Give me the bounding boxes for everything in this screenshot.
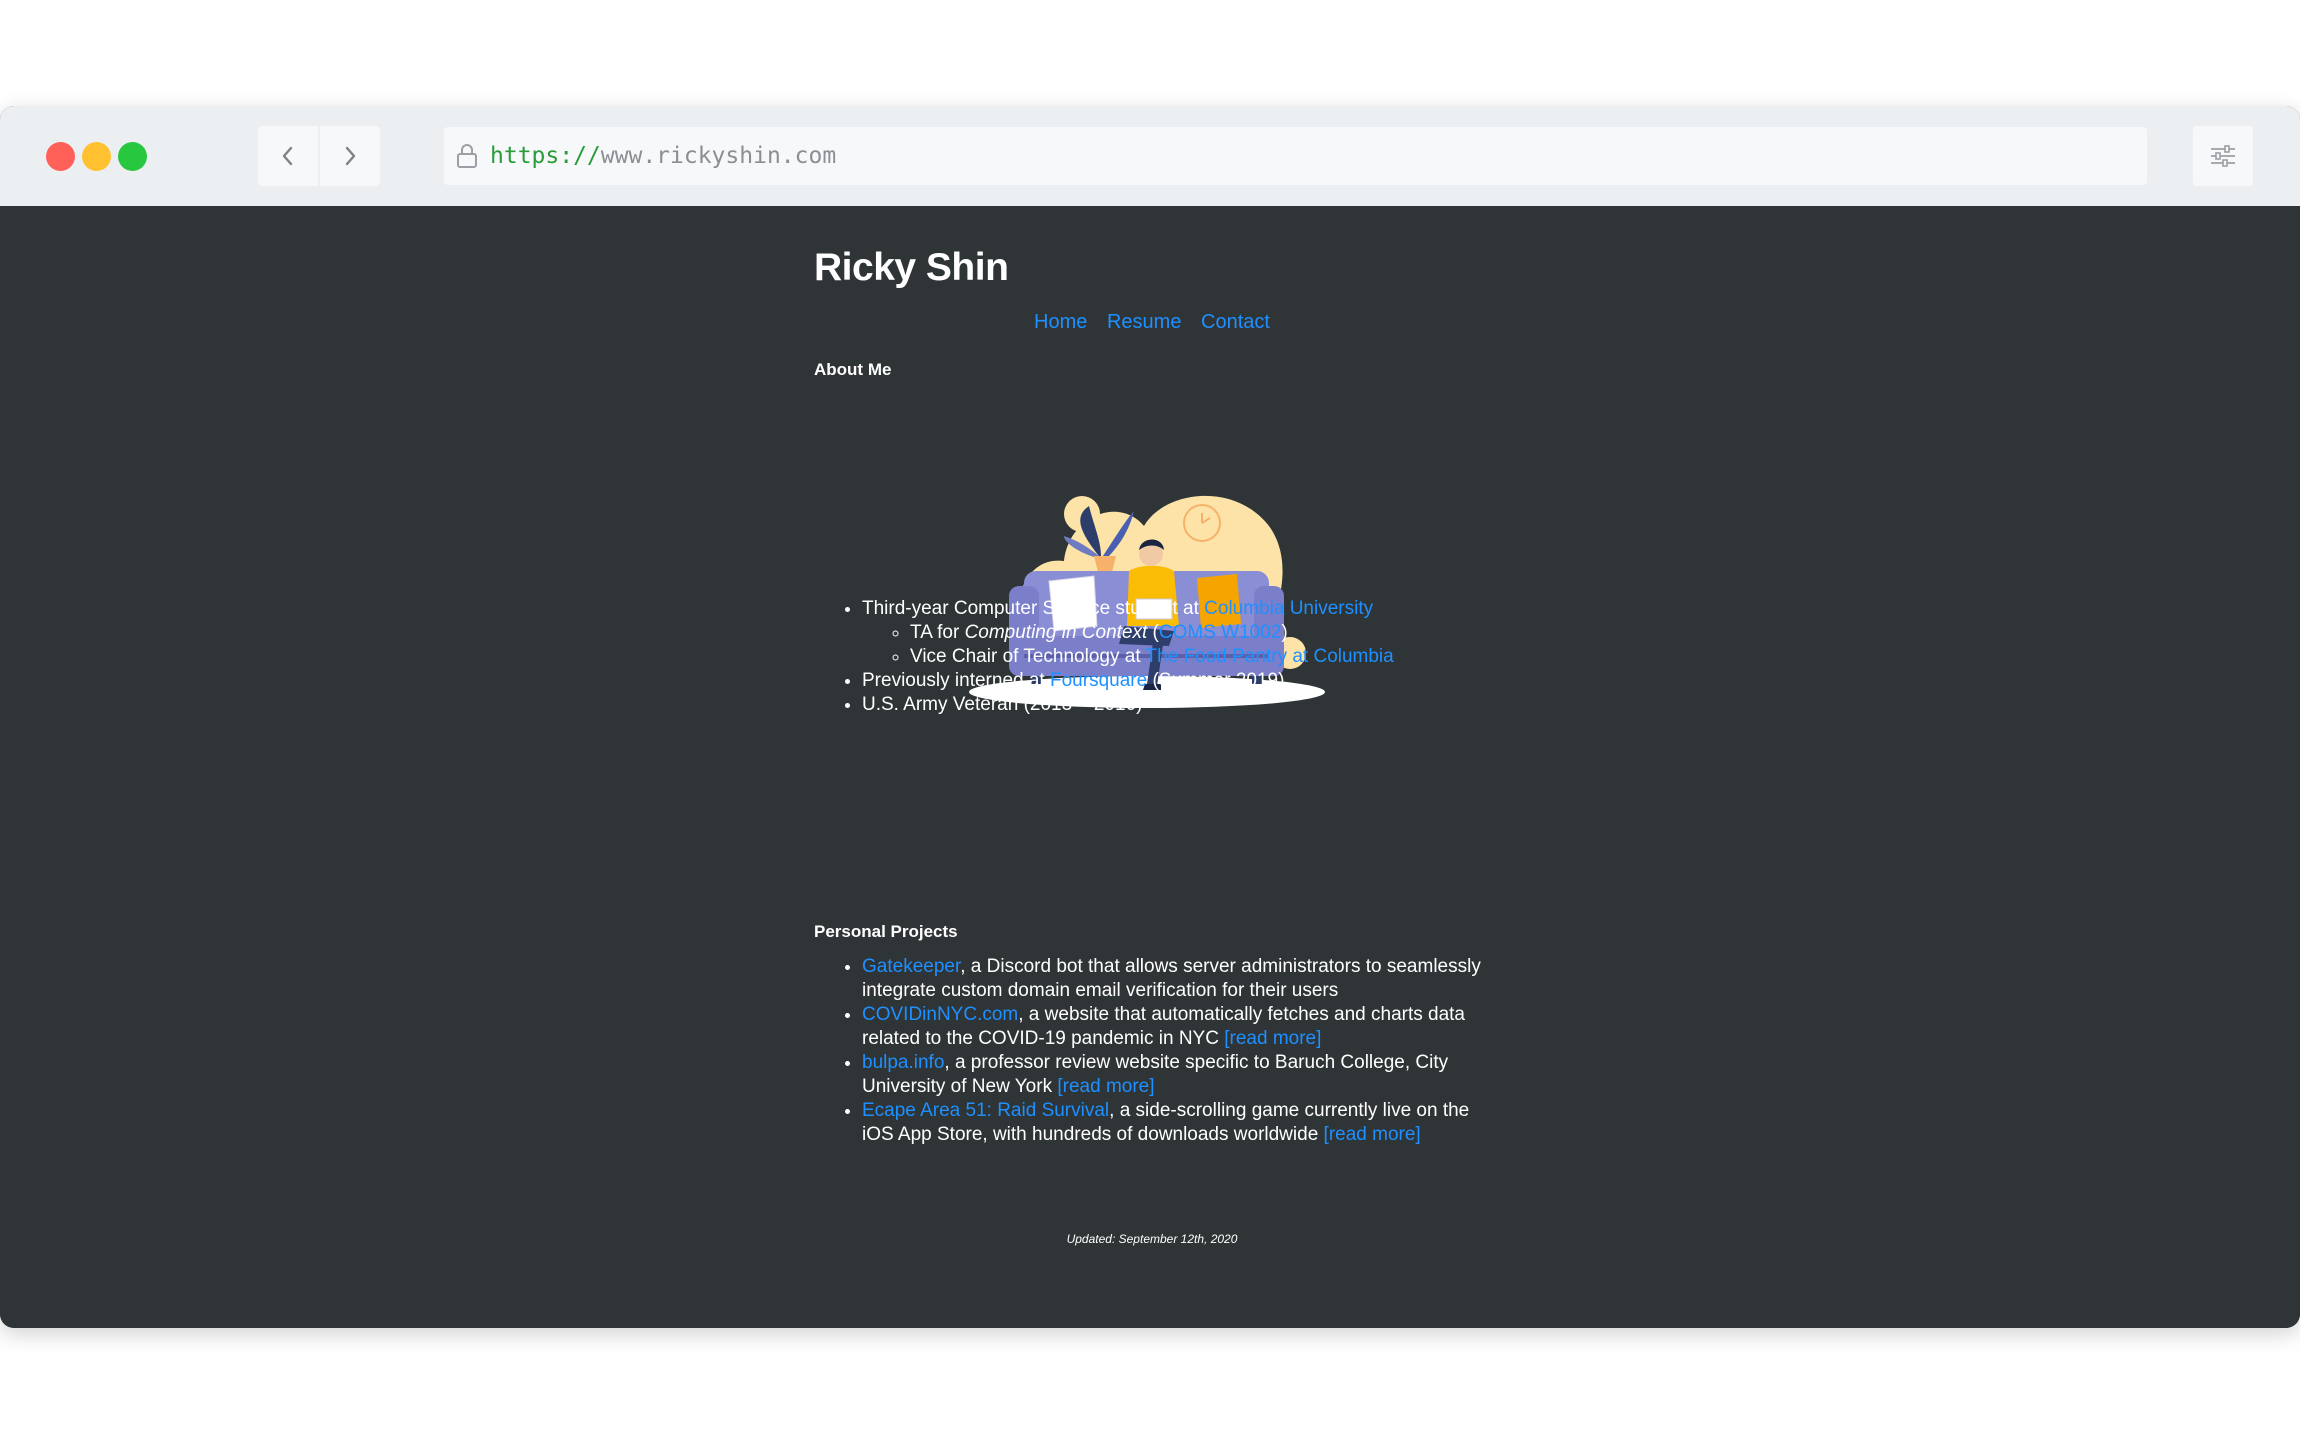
- address-bar[interactable]: https://www.rickyshin.com: [444, 127, 2147, 185]
- course-name: Computing in Context: [964, 622, 1148, 643]
- about-list: Third-year Computer Science student at C…: [814, 597, 1490, 717]
- paren-close: ): [1281, 622, 1288, 643]
- gatekeeper-link[interactable]: Gatekeeper: [862, 956, 960, 977]
- updated-date: Updated: September 12th, 2020: [1066, 1232, 1238, 1246]
- foursquare-link[interactable]: Foursquare: [1050, 670, 1147, 691]
- vice-chair-text: Vice Chair of Technology at: [910, 646, 1146, 667]
- food-pantry-link[interactable]: The Food Pantry at Columbia: [1146, 646, 1394, 667]
- chevron-left-icon: [282, 146, 293, 166]
- nav-home-link[interactable]: Home: [1034, 311, 1087, 333]
- list-item: Vice Chair of Technology at The Food Pan…: [910, 645, 1490, 669]
- browser-window: https://www.rickyshin.com Ricky Shin Hom…: [0, 106, 2300, 1328]
- projects-heading: Personal Projects: [814, 922, 958, 941]
- settings-button[interactable]: [2193, 126, 2253, 186]
- projects-list: Gatekeeper, a Discord bot that allows se…: [814, 955, 1490, 1147]
- web-page: Ricky Shin Home Resume Contact About Me: [0, 206, 2300, 1328]
- covidinnyc-link[interactable]: COVIDinNYC.com: [862, 1004, 1018, 1025]
- lock-icon: [457, 144, 477, 168]
- list-item: Previously interned at Foursquare (Summe…: [862, 669, 1490, 693]
- sliders-icon: [2211, 145, 2235, 167]
- nav-contact-link[interactable]: Contact: [1201, 311, 1270, 333]
- chevron-right-icon: [345, 146, 356, 166]
- intern-suffix: (Summer 2019): [1147, 670, 1285, 691]
- list-item: U.S. Army Veteran (2013 ~ 2016): [862, 693, 1490, 717]
- url-scheme: https://: [490, 143, 601, 169]
- about-sublist: TA for Computing in Context (COMS W1002)…: [862, 621, 1490, 669]
- site-nav: Home Resume Contact: [814, 311, 1490, 334]
- about-item-text: Third-year Computer Science student at: [862, 598, 1205, 619]
- intern-text: Previously interned at: [862, 670, 1050, 691]
- page-title: Ricky Shin: [814, 246, 1009, 289]
- browser-toolbar: https://www.rickyshin.com: [0, 106, 2300, 206]
- list-item: TA for Computing in Context (COMS W1002): [910, 621, 1490, 645]
- maximize-window-button[interactable]: [118, 142, 147, 171]
- ecape-area-51-link[interactable]: Ecape Area 51: Raid Survival: [862, 1100, 1109, 1121]
- bulpa-link[interactable]: bulpa.info: [862, 1052, 944, 1073]
- ta-text: TA for: [910, 622, 965, 643]
- list-item: Gatekeeper, a Discord bot that allows se…: [862, 955, 1490, 1003]
- close-window-button[interactable]: [46, 142, 75, 171]
- list-item: Ecape Area 51: Raid Survival, a side-scr…: [862, 1099, 1490, 1147]
- list-item: bulpa.info, a professor review website s…: [862, 1051, 1490, 1099]
- forward-button[interactable]: [320, 126, 380, 186]
- nav-resume-link[interactable]: Resume: [1107, 311, 1181, 333]
- read-more-link[interactable]: [read more]: [1324, 1124, 1421, 1145]
- url-text: https://www.rickyshin.com: [490, 140, 836, 172]
- minimize-window-button[interactable]: [82, 142, 111, 171]
- veteran-text: U.S. Army Veteran (2013 ~ 2016): [862, 694, 1143, 715]
- list-item: Third-year Computer Science student at C…: [862, 597, 1490, 669]
- coms-w1002-link[interactable]: COMS W1002: [1159, 622, 1281, 643]
- project-description: , a professor review website specific to…: [862, 1052, 1449, 1097]
- columbia-university-link[interactable]: Columbia University: [1204, 598, 1373, 619]
- read-more-link[interactable]: [read more]: [1057, 1076, 1154, 1097]
- paren-open: (: [1147, 622, 1159, 643]
- url-host: www.rickyshin.com: [600, 143, 837, 169]
- about-heading: About Me: [814, 360, 892, 379]
- read-more-link[interactable]: [read more]: [1224, 1028, 1321, 1049]
- list-item: COVIDinNYC.com, a website that automatic…: [862, 1003, 1490, 1051]
- back-button[interactable]: [258, 126, 318, 186]
